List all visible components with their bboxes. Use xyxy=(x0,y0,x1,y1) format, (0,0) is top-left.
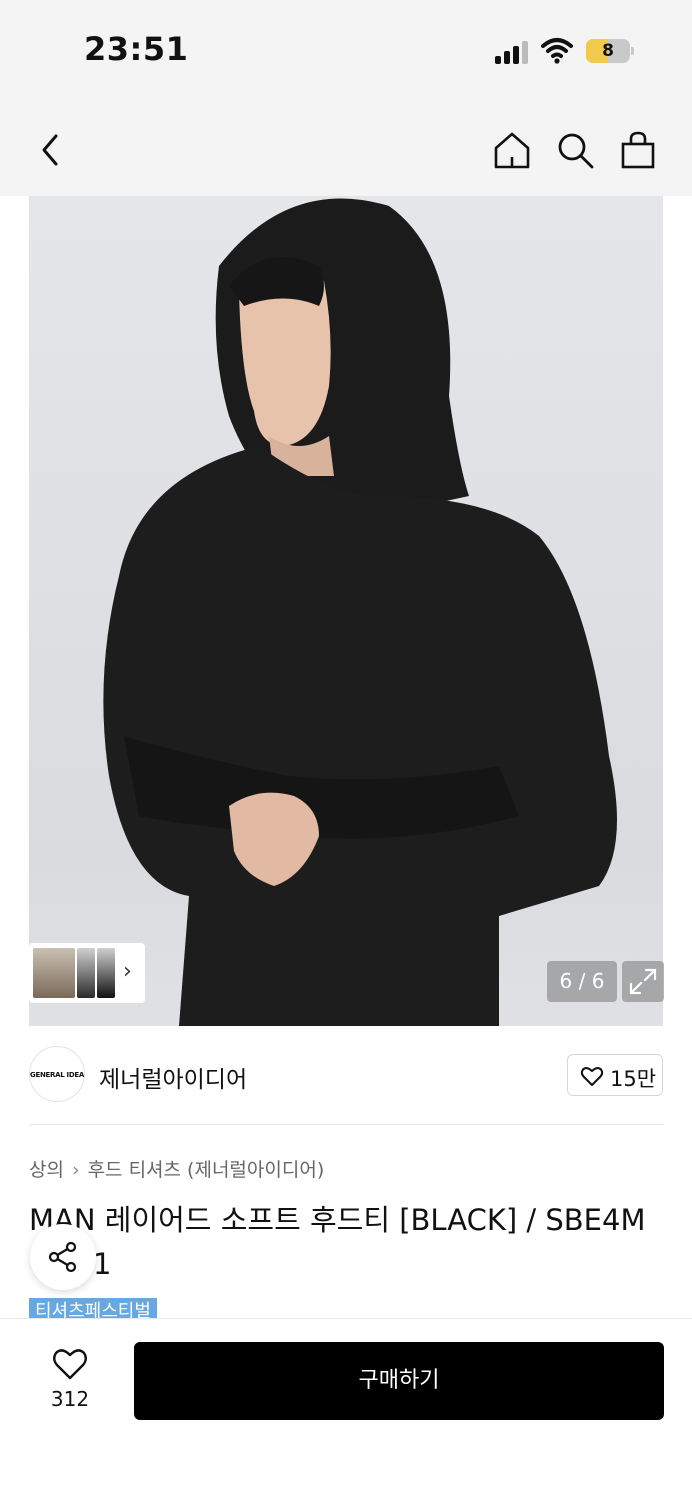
wishlist-button[interactable]: 312 xyxy=(40,1347,100,1417)
breadcrumb-subcategory[interactable]: 후드 티셔츠 (제너럴아이디어) xyxy=(88,1159,325,1181)
back-icon[interactable] xyxy=(32,130,72,170)
chevron-right-icon[interactable]: › xyxy=(123,959,132,984)
image-counter: 6 / 6 xyxy=(547,961,617,1002)
thumbnail-image[interactable] xyxy=(33,948,75,998)
brand-row: GENERAL IDEA 제너럴아이디어 15만 xyxy=(29,1046,663,1104)
model-in-hoodie-image xyxy=(103,198,617,1026)
status-time: 23:51 xyxy=(84,30,189,68)
battery-level: 8 xyxy=(602,41,614,61)
brand-like-button[interactable]: 15만 xyxy=(567,1054,663,1096)
heart-icon xyxy=(53,1349,87,1380)
top-nav xyxy=(0,100,692,196)
bottom-action-bar: 312 구매하기 xyxy=(0,1318,692,1500)
heart-icon xyxy=(580,1067,604,1086)
brand-name[interactable]: 제너럴아이디어 xyxy=(99,1060,247,1094)
expand-icon[interactable] xyxy=(622,961,664,1002)
product-title-line1: MAN 레이어드 소프트 후드티 [BLACK] / SBE4M xyxy=(29,1203,646,1237)
gallery-thumbnail-strip[interactable]: › xyxy=(29,943,145,1003)
product-photo[interactable] xyxy=(29,196,663,1026)
status-bar: 23:51 8 xyxy=(0,0,692,100)
brand-like-count: 15만 xyxy=(610,1067,657,1091)
chevron-right-icon: › xyxy=(71,1159,80,1181)
breadcrumb-category[interactable]: 상의 xyxy=(29,1159,64,1181)
buy-button[interactable]: 구매하기 xyxy=(134,1342,664,1420)
shopping-bag-icon[interactable] xyxy=(618,130,658,170)
thumbnail-image[interactable] xyxy=(97,948,115,998)
share-icon xyxy=(48,1241,77,1273)
cellular-signal-icon xyxy=(495,40,531,64)
breadcrumb: 상의 › 후드 티셔츠 (제너럴아이디어) xyxy=(29,1155,324,1182)
battery-icon: 8 xyxy=(586,39,634,63)
product-title: MAN 레이어드 소프트 후드티 [BLACK] / SBE4M 1 xyxy=(29,1198,669,1286)
wishlist-count: 312 xyxy=(50,1387,90,1411)
share-button[interactable] xyxy=(30,1224,96,1290)
brand-logo[interactable]: GENERAL IDEA xyxy=(29,1046,85,1102)
divider xyxy=(29,1124,663,1125)
home-icon[interactable] xyxy=(492,130,532,170)
wifi-icon xyxy=(541,36,573,64)
search-icon[interactable] xyxy=(555,130,595,170)
product-title-line2: 1 xyxy=(93,1247,112,1281)
thumbnail-image[interactable] xyxy=(77,948,95,998)
